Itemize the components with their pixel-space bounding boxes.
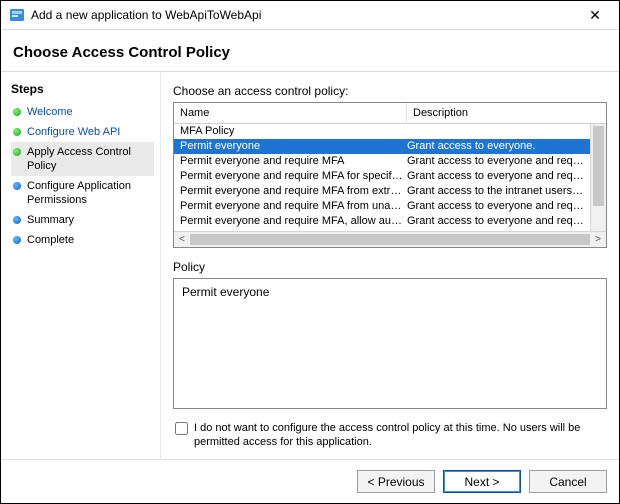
title-bar: Add a new application to WebApiToWebApi …	[1, 1, 619, 30]
optout-checkbox[interactable]	[175, 422, 188, 435]
step-label: Apply Access Control Policy	[27, 145, 152, 173]
close-icon[interactable]: ✕	[579, 7, 611, 23]
step-label: Complete	[27, 233, 74, 247]
step-configure-web-api[interactable]: Configure Web API	[11, 122, 154, 142]
policy-list-header[interactable]: Name Description	[174, 103, 606, 124]
step-configure-application-permissions: Configure Application Permissions	[11, 176, 154, 210]
vertical-scrollbar[interactable]	[590, 124, 606, 231]
policy-name: Permit everyone and require MFA	[180, 154, 407, 169]
step-complete: Complete	[11, 230, 154, 250]
step-label: Welcome	[27, 105, 73, 119]
step-complete-icon	[13, 108, 21, 116]
policy-list-label: Choose an access control policy:	[173, 84, 607, 98]
policy-description: Grant access to everyone and require MFA…	[407, 214, 584, 229]
next-button[interactable]: Next >	[443, 470, 521, 493]
previous-button[interactable]: < Previous	[357, 470, 435, 493]
step-pending-icon	[13, 182, 21, 190]
wizard-footer: < Previous Next > Cancel	[1, 459, 619, 503]
steps-sidebar: Steps Welcome Configure Web API Apply Acce…	[1, 72, 161, 459]
optout-row[interactable]: I do not want to configure the access co…	[173, 409, 607, 459]
policy-row[interactable]: Permit everyone and require MFA, allow a…	[174, 214, 590, 229]
policy-name: Permit everyone and require MFA for spec…	[180, 169, 407, 184]
cancel-button[interactable]: Cancel	[529, 470, 607, 493]
policy-description: Grant access to the intranet users.	[407, 229, 584, 231]
content-pane: Choose an access control policy: Name De…	[161, 72, 619, 459]
policy-name: Permit everyone and require MFA, allow a…	[180, 214, 407, 229]
scroll-right-icon[interactable]: >	[590, 234, 606, 245]
column-header-description[interactable]: Description	[407, 103, 606, 123]
policy-detail-box: Permit everyone	[173, 278, 607, 409]
horizontal-scroll-thumb[interactable]	[190, 234, 590, 245]
step-apply-access-control-policy: Apply Access Control Policy	[11, 142, 154, 176]
policy-row[interactable]: Permit everyone and require MFAGrant acc…	[174, 154, 590, 169]
policy-name: Permit everyone and require MFA from ext…	[180, 184, 407, 199]
step-label: Configure Web API	[27, 125, 120, 139]
step-pending-icon	[13, 236, 21, 244]
policy-detail-label: Policy	[173, 260, 607, 274]
policy-description: Grant access to everyone and require MFA…	[407, 199, 584, 214]
policy-row[interactable]: Permit everyoneGrant access to everyone.	[174, 139, 590, 154]
policy-name: MFA Policy	[180, 124, 407, 139]
policy-description: Grant access to everyone and require MFA…	[407, 154, 584, 169]
policy-list[interactable]: Name Description MFA PolicyPermit everyo…	[173, 102, 607, 248]
step-pending-icon	[13, 216, 21, 224]
policy-description: Grant access to everyone.	[407, 139, 584, 154]
app-icon	[9, 7, 25, 23]
step-complete-icon	[13, 148, 21, 156]
page-title: Choose Access Control Policy	[13, 44, 607, 61]
optout-label: I do not want to configure the access co…	[194, 421, 605, 449]
step-summary: Summary	[11, 210, 154, 230]
step-label: Summary	[27, 213, 74, 227]
vertical-scroll-thumb[interactable]	[593, 126, 604, 206]
step-complete-icon	[13, 128, 21, 136]
policy-description: Grant access to the intranet users and r…	[407, 184, 584, 199]
policy-row[interactable]: MFA Policy	[174, 124, 590, 139]
policy-row[interactable]: Permit everyone and require MFA from una…	[174, 199, 590, 214]
policy-description: Grant access to everyone and require MFA…	[407, 169, 584, 184]
policy-row[interactable]: Permit everyone and require MFA for spec…	[174, 169, 590, 184]
column-header-name[interactable]: Name	[174, 103, 407, 123]
policy-name: Permit everyone and require MFA from una…	[180, 199, 407, 214]
policy-name: Permit everyone for intranet access	[180, 229, 407, 231]
policy-row[interactable]: Permit everyone and require MFA from ext…	[174, 184, 590, 199]
wizard-header: Choose Access Control Policy	[1, 30, 619, 72]
policy-row[interactable]: Permit everyone for intranet accessGrant…	[174, 229, 590, 231]
scroll-left-icon[interactable]: <	[174, 234, 190, 245]
steps-heading: Steps	[11, 82, 154, 96]
policy-name: Permit everyone	[180, 139, 407, 154]
horizontal-scrollbar[interactable]: < >	[174, 231, 606, 247]
step-label: Configure Application Permissions	[27, 179, 152, 207]
step-welcome[interactable]: Welcome	[11, 102, 154, 122]
policy-detail-text: Permit everyone	[182, 285, 269, 299]
window-title: Add a new application to WebApiToWebApi	[31, 8, 579, 22]
policy-description	[407, 124, 584, 139]
